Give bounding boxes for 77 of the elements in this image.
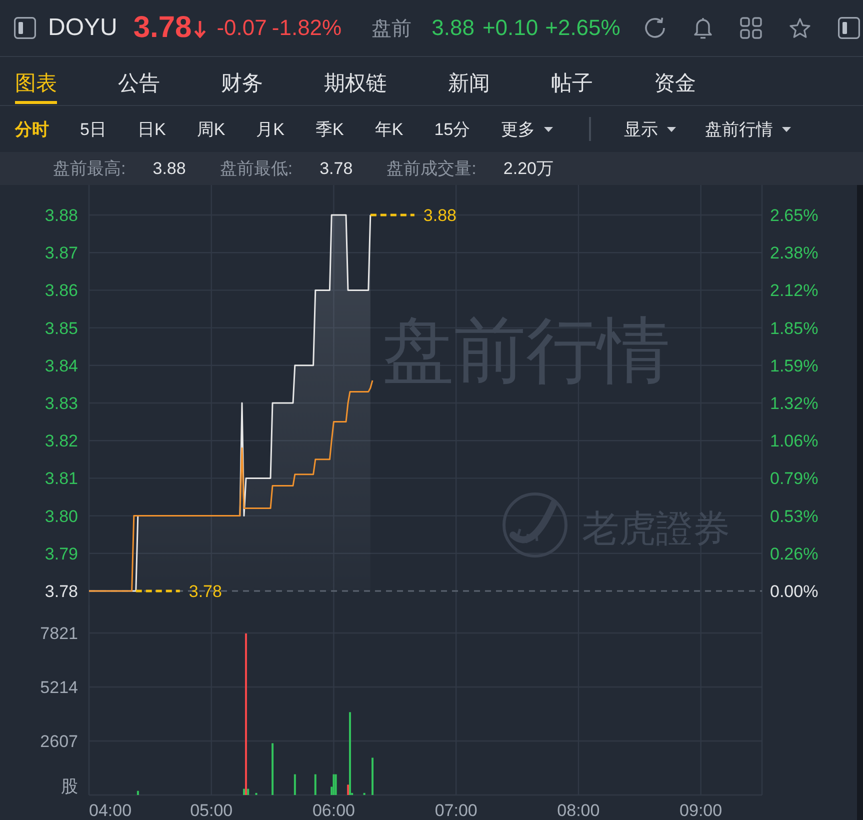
stock-price: 3.78: [133, 11, 192, 45]
tab[interactable]: 图表: [15, 57, 57, 104]
time-axis-label: 04:00: [89, 801, 132, 820]
volume-axis-label: 7821: [40, 624, 78, 643]
menu-dropdown[interactable]: 显示: [624, 118, 676, 140]
stat-label: 盘前成交量:: [386, 158, 476, 180]
premarket-price: 3.88: [432, 15, 474, 41]
price-axis-label: 3.87: [44, 244, 78, 263]
percent-axis-label: 1.32%: [770, 394, 818, 413]
leader-line: [136, 590, 180, 592]
percent-axis-label: 0.00%: [770, 582, 818, 601]
tab[interactable]: 期权链: [324, 57, 387, 104]
stat-value: 3.78: [320, 158, 353, 178]
caret-icon: [782, 126, 792, 132]
percent-axis-label: 1.06%: [770, 432, 818, 451]
tab[interactable]: 财务: [221, 57, 263, 104]
price-axis-label: 3.82: [44, 432, 78, 451]
session-label: 盘前: [372, 16, 412, 42]
time-axis-label: 09:00: [680, 801, 722, 820]
price-axis-label: 3.85: [44, 318, 78, 338]
volume-axis-label: 5214: [40, 678, 78, 697]
stat-value: 2.20万: [503, 158, 554, 180]
more-dropdown[interactable]: 更多: [501, 118, 554, 140]
tab[interactable]: 新闻: [448, 57, 490, 104]
period-option[interactable]: 分时: [15, 118, 49, 140]
time-axis-label: 06:00: [312, 801, 355, 820]
tab[interactable]: 帖子: [551, 57, 593, 104]
star-icon[interactable]: [789, 18, 811, 38]
percent-axis-label: 0.79%: [770, 469, 818, 488]
price-axis-label: 3.84: [44, 356, 78, 376]
percent-axis-label: 2.38%: [770, 244, 818, 263]
marker-label: 3.78: [188, 582, 222, 601]
price-axis-label: 3.79: [44, 544, 78, 564]
stat-value: 3.88: [152, 158, 186, 178]
panel-icon[interactable]: [14, 17, 36, 39]
period-option[interactable]: 5日: [80, 118, 106, 140]
price-axis-label: 3.88: [44, 206, 78, 225]
period-option[interactable]: 季K: [316, 118, 344, 140]
tab[interactable]: 资金: [654, 57, 696, 104]
caret-icon: [544, 126, 554, 132]
period-option[interactable]: 日K: [137, 118, 166, 140]
marker-label: 3.88: [423, 206, 457, 225]
time-axis-label: 08:00: [557, 801, 600, 820]
period-option[interactable]: 年K: [374, 118, 404, 140]
percent-axis-label: 0.26%: [770, 544, 818, 564]
percent-axis-label: 2.12%: [770, 281, 818, 300]
price-axis-label: 3.83: [44, 394, 78, 413]
volume-axis-label: 2607: [40, 732, 78, 751]
leader-line: [370, 214, 414, 216]
grid-icon[interactable]: [740, 17, 762, 39]
period-option[interactable]: 周K: [196, 118, 226, 140]
percent-axis-label: 0.53%: [770, 506, 818, 526]
premarket-change: +0.10: [482, 15, 538, 41]
panel-icon[interactable]: [838, 17, 860, 39]
time-axis-label: 07:00: [434, 801, 478, 820]
price-axis-label: 3.78: [44, 582, 78, 601]
percent-axis-label: 1.59%: [770, 356, 818, 376]
price-axis-label: 3.80: [44, 506, 78, 526]
bell-icon[interactable]: [693, 17, 713, 39]
stat-label: 盘前最高:: [53, 158, 126, 180]
stat-label: 盘前最低:: [220, 158, 293, 180]
price-axis-label: 3.81: [44, 469, 78, 488]
unit-label: 股: [61, 777, 78, 796]
period-option[interactable]: 15分: [434, 118, 470, 140]
premarket-percent-change: +2.65%: [545, 15, 620, 41]
period-option[interactable]: 月K: [256, 118, 284, 140]
refresh-icon[interactable]: [644, 17, 666, 39]
percent-axis-label: 2.65%: [770, 206, 818, 225]
caret-icon: [667, 126, 676, 132]
price-axis-label: 3.86: [44, 281, 78, 300]
tab[interactable]: 公告: [118, 57, 160, 104]
percent-axis-label: 1.85%: [770, 318, 818, 338]
percent-change: -1.82%: [272, 15, 342, 41]
menu-dropdown[interactable]: 盘前行情: [705, 118, 792, 140]
stock-symbol: DOYU: [48, 14, 118, 42]
price-change: -0.07: [216, 15, 267, 41]
time-axis-label: 05:00: [190, 801, 233, 820]
